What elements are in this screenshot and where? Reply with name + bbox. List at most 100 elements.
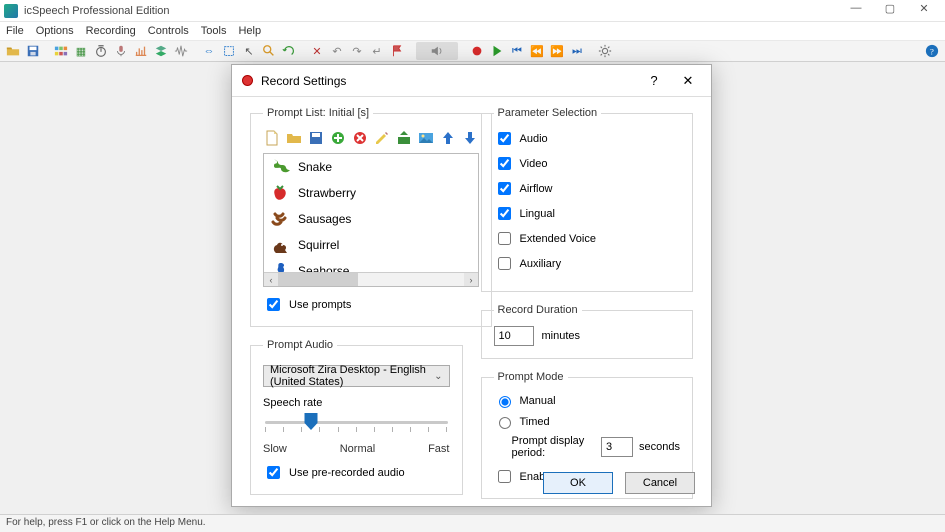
tb-undo-icon[interactable]: ↶ <box>328 42 346 60</box>
tb-gallery-icon[interactable] <box>52 42 70 60</box>
app-icon <box>4 4 18 18</box>
list-item[interactable]: Snake <box>264 154 478 180</box>
move-up-icon[interactable] <box>439 129 457 147</box>
tb-chart-icon[interactable] <box>132 42 150 60</box>
list-item-label: Seahorse <box>298 264 349 272</box>
tb-skip-start-icon[interactable]: ⏮ <box>508 42 526 60</box>
sausages-icon <box>270 209 290 229</box>
mode-manual-label: Manual <box>520 395 556 407</box>
tb-play-icon[interactable] <box>488 42 506 60</box>
tb-mic-icon[interactable] <box>112 42 130 60</box>
list-item-label: Strawberry <box>298 186 356 200</box>
tb-enter-icon[interactable]: ↵ <box>368 42 386 60</box>
list-item[interactable]: Strawberry <box>264 180 478 206</box>
export-prompt-icon[interactable] <box>395 129 413 147</box>
status-bar: For help, press F1 or click on the Help … <box>0 514 945 532</box>
param-extended-voice-checkbox[interactable]: Extended Voice <box>494 229 681 248</box>
tb-refresh-icon[interactable] <box>280 42 298 60</box>
scroll-left-icon[interactable]: ‹ <box>264 273 278 286</box>
record-settings-dialog: Record Settings ? ✕ Prompt List: Initial… <box>231 64 712 507</box>
menu-controls[interactable]: Controls <box>148 25 189 37</box>
tb-redo-icon[interactable]: ↷ <box>348 42 366 60</box>
dialog-help-button[interactable]: ? <box>641 73 667 88</box>
tb-waveform-icon[interactable] <box>172 42 190 60</box>
scroll-right-icon[interactable]: › <box>464 273 478 286</box>
param-airflow-checkbox[interactable]: Airflow <box>494 179 681 198</box>
voice-select-value: Microsoft Zira Desktop - English (United… <box>270 364 434 388</box>
image-prompt-icon[interactable] <box>417 129 435 147</box>
delete-prompt-icon[interactable] <box>351 129 369 147</box>
edit-prompt-icon[interactable] <box>373 129 391 147</box>
duration-input[interactable] <box>494 326 534 346</box>
tb-grid-a-icon[interactable]: ▦ <box>72 42 90 60</box>
record-duration-legend: Record Duration <box>494 304 582 316</box>
tb-record-icon[interactable] <box>468 42 486 60</box>
display-period-input[interactable] <box>601 437 633 457</box>
list-item[interactable]: Seahorse <box>264 258 478 272</box>
tb-flag-icon[interactable] <box>388 42 406 60</box>
dialog-titlebar: Record Settings ? ✕ <box>232 65 711 97</box>
mode-manual-radio[interactable]: Manual <box>494 393 681 408</box>
use-prerecorded-checkbox[interactable]: Use pre-recorded audio <box>263 463 450 482</box>
open-prompt-icon[interactable] <box>285 129 303 147</box>
add-prompt-icon[interactable] <box>329 129 347 147</box>
tb-help-icon[interactable]: ? <box>923 42 941 60</box>
dialog-close-button[interactable]: ✕ <box>675 73 701 89</box>
tb-zoom-icon[interactable] <box>260 42 278 60</box>
ok-button[interactable]: OK <box>543 472 613 494</box>
prompt-list-group: Prompt List: Initial [s] <box>250 107 492 327</box>
squirrel-icon <box>270 235 290 255</box>
tb-cursor-icon[interactable]: ↖ <box>240 42 258 60</box>
menu-help[interactable]: Help <box>238 25 261 37</box>
menu-file[interactable]: File <box>6 25 24 37</box>
duration-unit: minutes <box>542 330 581 342</box>
tb-layers-icon[interactable] <box>152 42 170 60</box>
window-titlebar: icSpeech Professional Edition — ▢ ✕ <box>0 0 945 22</box>
tb-save-icon[interactable] <box>24 42 42 60</box>
move-down-icon[interactable] <box>461 129 479 147</box>
speech-rate-slider[interactable] <box>265 415 448 441</box>
param-lingual-checkbox[interactable]: Lingual <box>494 204 681 223</box>
voice-select[interactable]: Microsoft Zira Desktop - English (United… <box>263 365 450 387</box>
cancel-button[interactable]: Cancel <box>625 472 695 494</box>
tb-rewind-icon[interactable]: ⏪ <box>528 42 546 60</box>
tb-crop-icon[interactable] <box>220 42 238 60</box>
tb-settings-icon[interactable] <box>596 42 614 60</box>
svg-text:?: ? <box>930 47 934 57</box>
tb-cancel-icon[interactable]: ✕ <box>308 42 326 60</box>
menu-tools[interactable]: Tools <box>201 25 227 37</box>
tb-volume-icon[interactable] <box>416 42 458 60</box>
use-prompts-label: Use prompts <box>289 299 351 311</box>
param-label: Auxiliary <box>520 258 562 270</box>
scroll-thumb[interactable] <box>278 273 358 286</box>
param-audio-checkbox[interactable]: Audio <box>494 129 681 148</box>
list-item[interactable]: Sausages <box>264 206 478 232</box>
rate-min-label: Slow <box>263 443 287 455</box>
use-prerecorded-label: Use pre-recorded audio <box>289 467 405 479</box>
prompt-listbox[interactable]: SnakeStrawberrySausagesSquirrelSeahorse … <box>263 153 479 287</box>
menu-recording[interactable]: Recording <box>86 25 136 37</box>
save-prompt-icon[interactable] <box>307 129 325 147</box>
menu-options[interactable]: Options <box>36 25 74 37</box>
param-label: Video <box>520 158 548 170</box>
mode-timed-radio[interactable]: Timed <box>494 414 681 429</box>
use-prompts-checkbox[interactable]: Use prompts <box>263 295 479 314</box>
rate-mid-label: Normal <box>340 443 375 455</box>
param-video-checkbox[interactable]: Video <box>494 154 681 173</box>
tb-fit-width-icon[interactable]: ⇔ <box>200 42 218 60</box>
prompt-list-legend: Prompt List: Initial [s] <box>263 107 373 119</box>
tb-open-icon[interactable] <box>4 42 22 60</box>
tb-forward-icon[interactable]: ⏩ <box>548 42 566 60</box>
slider-thumb[interactable] <box>304 413 317 431</box>
tb-skip-end-icon[interactable]: ⏭ <box>568 42 586 60</box>
list-item[interactable]: Squirrel <box>264 232 478 258</box>
window-close-button[interactable]: ✕ <box>907 2 941 20</box>
window-maximize-button[interactable]: ▢ <box>873 2 907 20</box>
list-horizontal-scrollbar[interactable]: ‹ › <box>264 272 478 286</box>
tb-timer-icon[interactable] <box>92 42 110 60</box>
window-minimize-button[interactable]: — <box>839 2 873 20</box>
strawberry-icon <box>270 183 290 203</box>
param-auxiliary-checkbox[interactable]: Auxiliary <box>494 254 681 273</box>
rate-max-label: Fast <box>428 443 449 455</box>
new-prompt-icon[interactable] <box>263 129 281 147</box>
